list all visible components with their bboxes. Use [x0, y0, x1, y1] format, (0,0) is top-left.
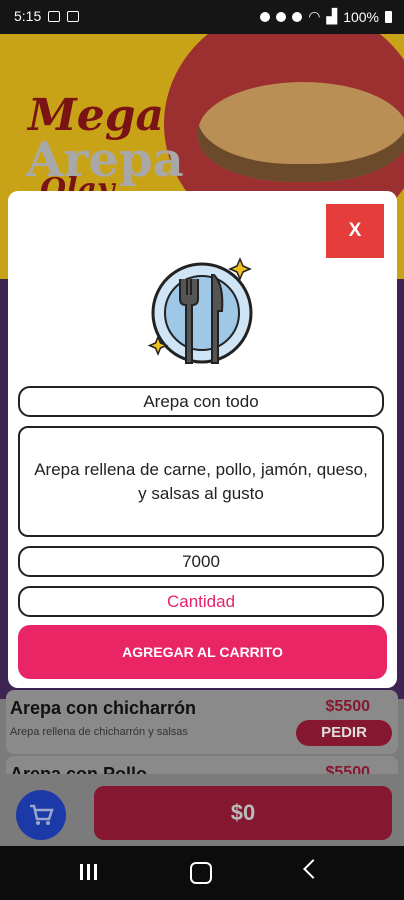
cart-button[interactable]: [16, 790, 66, 840]
menu-item-title: Arepa con chicharrón: [10, 698, 197, 718]
status-bar: 5:15 ◠ ▟ 100%: [0, 0, 404, 34]
recent-apps-button[interactable]: [80, 864, 101, 885]
cart-total-button[interactable]: $0: [94, 786, 392, 840]
alarm-icon: [260, 11, 271, 22]
close-button[interactable]: X: [326, 204, 384, 258]
battery-icon: [385, 10, 392, 23]
location-icon: [292, 11, 303, 22]
battery-level: 100%: [343, 8, 379, 25]
plate-cutlery-icon: [148, 257, 253, 364]
order-button[interactable]: PEDIR: [296, 720, 392, 746]
menu-item-description: Arepa rellena de chicharrón y salsas: [10, 726, 188, 738]
mail-notification-icon: [67, 10, 80, 22]
product-description: Arepa rellena de carne, pollo, jamón, qu…: [34, 459, 368, 503]
mute-icon: [276, 11, 287, 22]
product-description-field: Arepa rellena de carne, pollo, jamón, qu…: [18, 426, 384, 537]
add-to-cart-button[interactable]: AGREGAR AL CARRITO: [18, 625, 387, 679]
back-button[interactable]: [303, 859, 323, 879]
arepa-photo: [198, 82, 404, 182]
image-notification-icon: [48, 10, 61, 22]
quantity-input[interactable]: Cantidad: [18, 586, 384, 617]
clock: 5:15: [14, 8, 42, 24]
product-dialog: X Arepa con todo Arepa rellena de carne,…: [8, 191, 397, 688]
product-name-field: Arepa con todo: [18, 386, 384, 417]
menu-card: Arepa con chicharrón Arepa rellena de ch…: [6, 690, 398, 754]
home-button[interactable]: [190, 862, 212, 884]
system-nav-bar: [0, 846, 404, 900]
bottom-bar: $0: [0, 774, 404, 846]
menu-item-price: $5500: [325, 698, 371, 715]
signal-icon: ▟: [326, 8, 338, 24]
wifi-icon: ◠: [308, 8, 321, 24]
cart-icon: [30, 804, 54, 825]
product-price-field: 7000: [18, 546, 384, 577]
